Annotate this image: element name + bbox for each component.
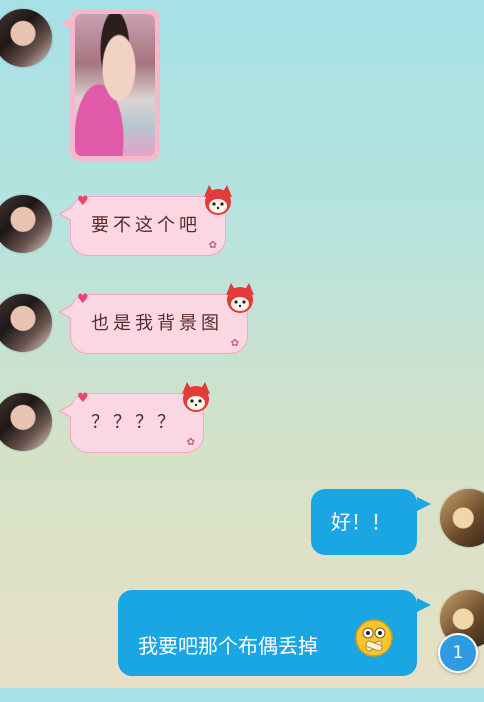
message-text: 我要吧那个布偶丢掉: [138, 634, 318, 658]
incoming-message-bubble[interactable]: ♥ ？？？？ ✿: [58, 382, 210, 453]
fox-sticker-icon: [226, 283, 254, 313]
heart-icon: ♥: [77, 391, 89, 406]
outgoing-message-bubble[interactable]: 好！！: [311, 489, 431, 555]
contact-avatar[interactable]: [0, 195, 52, 253]
contact-avatar[interactable]: [0, 294, 52, 352]
bubble-decor-icon: ✿: [230, 338, 239, 349]
badge-count: 1: [452, 643, 464, 663]
emoji-icon: [355, 619, 393, 657]
unread-count-badge[interactable]: 1: [438, 633, 478, 673]
self-avatar[interactable]: [440, 489, 484, 547]
message-text: 好！！: [331, 510, 391, 534]
message-text: 也是我背景图: [91, 313, 223, 334]
outgoing-message-bubble[interactable]: 我要吧那个布偶丢掉: [118, 590, 431, 676]
photo-message-bubble[interactable]: [60, 9, 160, 161]
bubble-decor-icon: ✿: [208, 240, 217, 251]
heart-icon: ♥: [77, 292, 89, 307]
shared-photo-image[interactable]: [75, 14, 155, 156]
bubble-decor-icon: ✿: [186, 437, 195, 448]
message-text: ？？？？: [91, 412, 179, 433]
incoming-message-bubble[interactable]: ♥ 也是我背景图 ✿: [58, 283, 254, 354]
contact-avatar[interactable]: [0, 9, 52, 67]
fox-sticker-icon: [204, 185, 232, 215]
incoming-message-bubble[interactable]: ♥ 要不这个吧 ✿: [58, 185, 232, 256]
fox-sticker-icon: [182, 382, 210, 412]
heart-icon: ♥: [77, 194, 89, 209]
message-text: 要不这个吧: [91, 215, 201, 236]
contact-avatar[interactable]: [0, 393, 52, 451]
